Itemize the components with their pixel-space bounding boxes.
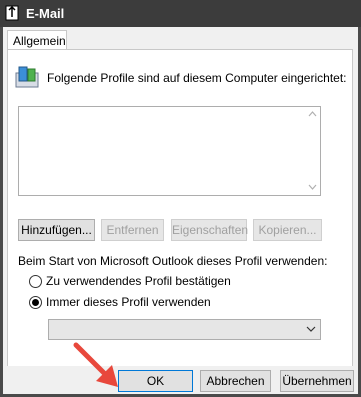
window-title: E-Mail	[26, 6, 65, 21]
radio-always-indicator[interactable]	[29, 296, 42, 309]
copy-profile-button[interactable]: Kopieren...	[253, 219, 322, 241]
profiles-listbox[interactable]	[18, 106, 321, 196]
properties-button[interactable]: Eigenschaften	[171, 219, 248, 241]
annotation-arrow-icon	[73, 342, 118, 387]
scroll-up-icon[interactable]	[308, 110, 317, 118]
radio-always-profile[interactable]: Immer dieses Profil verwenden	[29, 295, 229, 311]
tab-general[interactable]: Allgemein	[7, 30, 67, 50]
mail-app-icon	[5, 5, 19, 21]
radio-always-label[interactable]: Immer dieses Profil verwenden	[46, 295, 211, 309]
profiles-intro-label: Folgende Profile sind auf diesem Compute…	[47, 71, 347, 85]
apply-button[interactable]: Übernehmen	[280, 370, 354, 392]
radio-confirm-label[interactable]: Zu verwendendes Profil bestätigen	[46, 274, 231, 288]
title-bar[interactable]: E-Mail	[0, 0, 361, 27]
chevron-down-icon[interactable]	[306, 326, 316, 333]
cancel-button[interactable]: Abbrechen	[200, 370, 271, 392]
email-dialog-window: E-Mail Allgemein Folgende Profile sind a…	[0, 0, 361, 397]
radio-confirm-profile[interactable]: Zu verwendendes Profil bestätigen	[29, 274, 249, 290]
startup-profile-label: Beim Start von Microsoft Outlook dieses …	[18, 254, 328, 268]
scroll-down-icon[interactable]	[308, 183, 317, 191]
remove-profile-button[interactable]: Entfernen	[101, 219, 164, 241]
dialog-client-area: Allgemein Folgende Profile sind auf dies…	[3, 27, 358, 394]
profile-select[interactable]	[48, 319, 321, 340]
radio-confirm-indicator[interactable]	[29, 275, 42, 288]
profiles-icon	[15, 66, 39, 88]
add-profile-button[interactable]: Hinzufügen...	[18, 219, 95, 241]
ok-button[interactable]: OK	[118, 370, 193, 392]
